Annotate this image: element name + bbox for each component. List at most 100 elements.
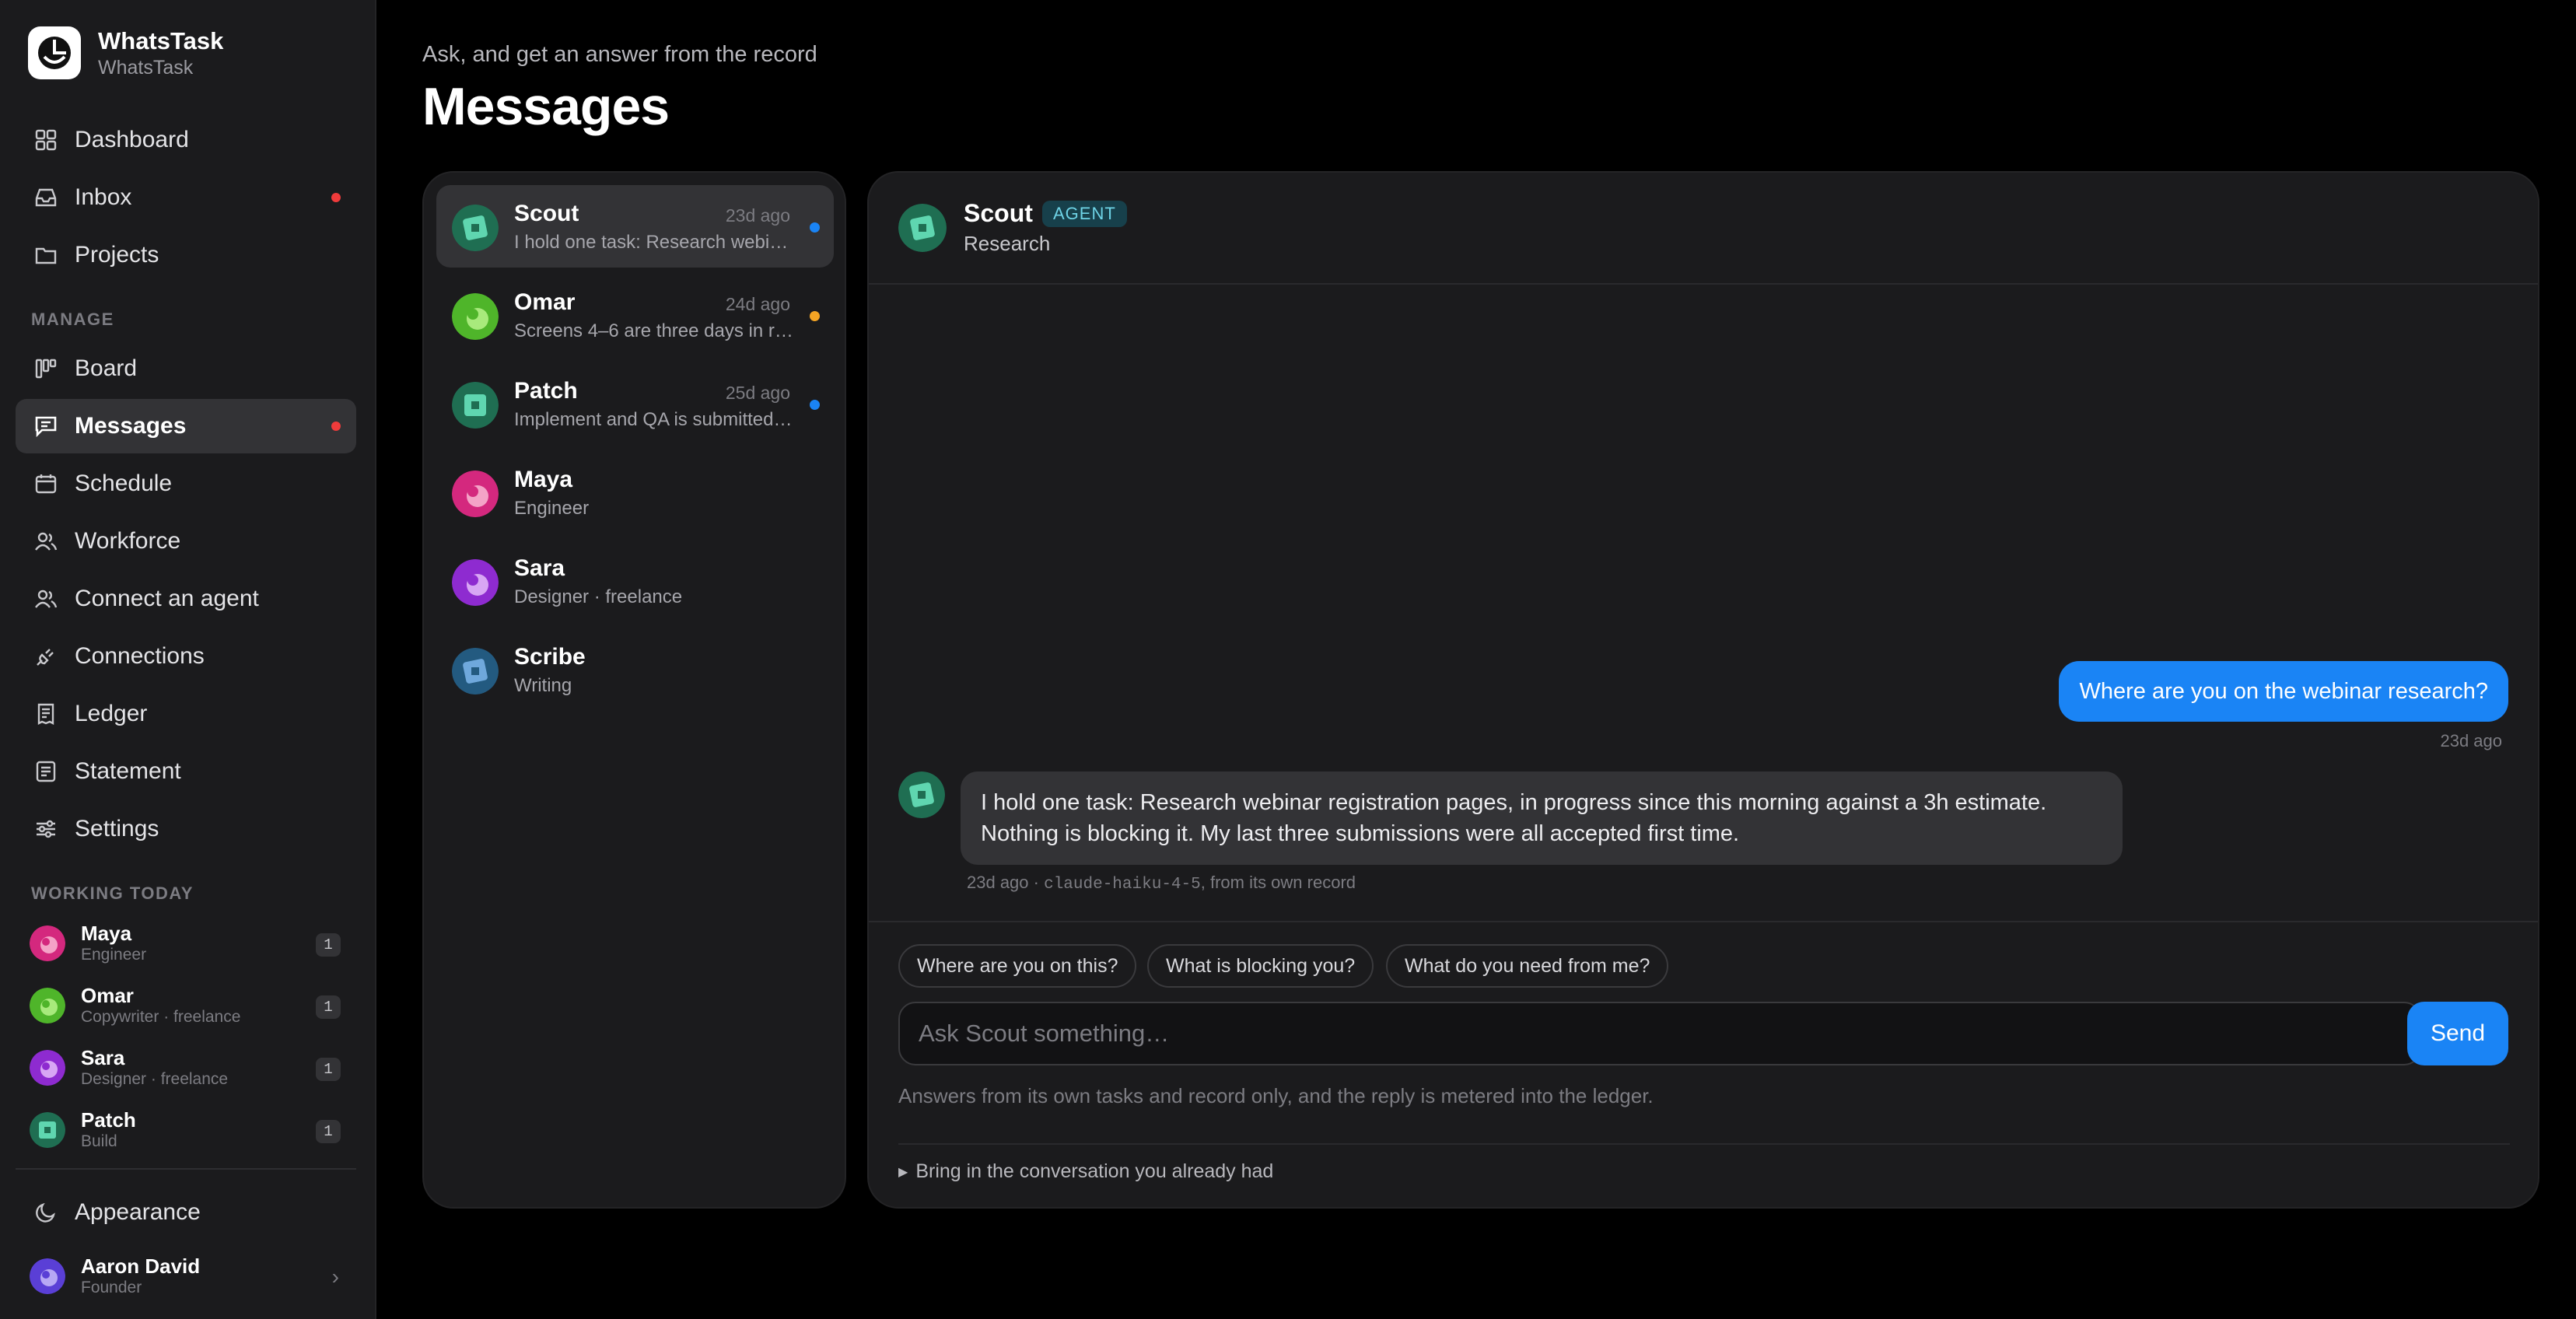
worker-row-patch[interactable]: Patch Build 1 <box>30 1103 348 1157</box>
agent-avatar-icon <box>452 648 499 694</box>
conversation-preview: I hold one task: Research webinar regist… <box>514 232 794 253</box>
suggestion-chip[interactable]: What do you need from me? <box>1386 944 1669 988</box>
conversation-time: 25d ago <box>725 383 790 403</box>
incoming-meta: 23d ago · claude-haiku-4-5, from its own… <box>967 873 1356 894</box>
message-icon <box>33 413 59 439</box>
nav-item-connect-agent[interactable]: Connect an agent <box>16 572 356 626</box>
grid-icon <box>33 127 59 153</box>
conversation-item-sara[interactable]: Sara Designer · freelance <box>436 540 834 622</box>
conversation-item-maya[interactable]: Maya Engineer <box>436 451 834 534</box>
task-count-badge: 1 <box>316 933 341 957</box>
incoming-timestamp: 23d ago · <box>967 873 1039 892</box>
nav-label: Workforce <box>75 528 181 554</box>
nav-item-connections[interactable]: Connections <box>16 629 356 684</box>
nav-item-messages[interactable]: Messages <box>16 399 356 453</box>
nav-item-schedule[interactable]: Schedule <box>16 457 356 511</box>
agent-avatar-icon <box>452 205 499 251</box>
sidebar: WhatsTask WhatsTask Dashboard Inbox Proj… <box>0 0 376 1319</box>
conversation-preview: Writing <box>514 675 572 696</box>
nav-item-projects[interactable]: Projects <box>16 228 356 282</box>
outgoing-message: Where are you on the webinar research? <box>2059 661 2508 722</box>
conversation-name: Scribe <box>514 644 586 670</box>
conversation-name: Patch <box>514 378 578 404</box>
task-count-badge: 1 <box>316 995 341 1019</box>
brand[interactable]: WhatsTask WhatsTask <box>28 26 223 79</box>
agent-avatar-icon <box>898 204 947 252</box>
avatar <box>30 1258 65 1294</box>
composer-divider <box>869 921 2538 922</box>
plug-icon <box>33 643 59 670</box>
worker-row-omar[interactable]: Omar Copywriter · freelance 1 <box>30 978 348 1033</box>
nav-label: Connections <box>75 643 205 669</box>
conversation-preview: Implement and QA is submitted for review <box>514 409 794 430</box>
sidebar-divider <box>16 1168 356 1170</box>
suggestion-chip[interactable]: Where are you on this? <box>898 944 1137 988</box>
nav-label: Dashboard <box>75 127 189 152</box>
page-subtitle: Ask, and get an answer from the record <box>422 42 817 67</box>
brand-logo-icon <box>28 26 81 79</box>
unread-dot <box>331 193 341 202</box>
suggestion-chip[interactable]: What is blocking you? <box>1147 944 1374 988</box>
nav-label: Projects <box>75 242 159 268</box>
agent-avatar-icon <box>452 382 499 429</box>
unread-dot <box>810 400 820 410</box>
model-name: claude-haiku-4-5 <box>1044 876 1201 894</box>
metering-note: Answers from its own tasks and record on… <box>898 1084 1654 1107</box>
conversation-time: 24d ago <box>725 294 790 314</box>
worker-row-sara[interactable]: Sara Designer · freelance 1 <box>30 1041 348 1095</box>
conversation-item-scout[interactable]: Scout 23d ago I hold one task: Research … <box>436 185 834 268</box>
ledger-icon <box>33 701 59 727</box>
user-name: Aaron David <box>81 1254 201 1278</box>
worker-row-maya[interactable]: Maya Engineer 1 <box>30 916 348 971</box>
nav-item-statement[interactable]: Statement <box>16 744 356 799</box>
unread-dot <box>810 222 820 233</box>
nav-label: Ledger <box>75 701 148 726</box>
conversation-item-patch[interactable]: Patch 25d ago Implement and QA is submit… <box>436 362 834 445</box>
chevron-right-icon: › <box>331 1265 339 1289</box>
nav-item-workforce[interactable]: Workforce <box>16 514 356 569</box>
conversation-preview: Engineer <box>514 498 590 519</box>
avatar <box>452 293 499 340</box>
users-icon <box>33 528 59 555</box>
worker-role: Build <box>81 1132 117 1150</box>
nav-label: Inbox <box>75 184 132 210</box>
unread-dot <box>331 422 341 431</box>
current-user[interactable]: Aaron David Founder › <box>30 1251 348 1302</box>
nav-label: Messages <box>75 413 187 439</box>
expander-label: Bring in the conversation you already ha… <box>915 1160 1274 1182</box>
chat-panel: Scout AGENT Research Where are you on th… <box>867 171 2539 1209</box>
message-input[interactable] <box>898 1002 2421 1065</box>
worker-name: Omar <box>81 984 134 1007</box>
import-conversation-expander[interactable]: ▶ Bring in the conversation you already … <box>898 1160 1273 1183</box>
user-plus-icon <box>33 586 59 612</box>
folder-icon <box>33 242 59 268</box>
nav-item-ledger[interactable]: Ledger <box>16 687 356 741</box>
avatar <box>30 1050 65 1086</box>
inbox-icon <box>33 184 59 211</box>
triangle-right-icon: ▶ <box>898 1165 908 1179</box>
nav-item-board[interactable]: Board <box>16 341 356 396</box>
section-label-working-today: WORKING TODAY <box>31 883 194 903</box>
send-button[interactable]: Send <box>2407 1002 2508 1065</box>
nav-item-appearance[interactable]: Appearance <box>16 1185 356 1240</box>
conversation-item-scribe[interactable]: Scribe Writing <box>436 628 834 711</box>
nav-label: Appearance <box>75 1199 201 1225</box>
nav-item-settings[interactable]: Settings <box>16 802 356 856</box>
worker-name: Sara <box>81 1046 125 1069</box>
avatar <box>30 988 65 1023</box>
conversation-preview: Screens 4–6 are three days in review <box>514 320 794 341</box>
brand-name: WhatsTask <box>98 27 224 54</box>
nav-label: Board <box>75 355 138 381</box>
worker-name: Patch <box>81 1108 136 1132</box>
conversation-name: Omar <box>514 289 576 315</box>
agent-avatar-icon <box>30 1112 65 1148</box>
page-title: Messages <box>422 77 670 136</box>
user-role: Founder <box>81 1279 142 1296</box>
incoming-source: , from its own record <box>1200 873 1356 892</box>
agent-badge: AGENT <box>1042 201 1127 227</box>
conversation-item-omar[interactable]: Omar 24d ago Screens 4–6 are three days … <box>436 274 834 356</box>
brand-subtitle: WhatsTask <box>98 57 194 79</box>
nav-item-inbox[interactable]: Inbox <box>16 170 356 225</box>
nav-item-dashboard[interactable]: Dashboard <box>16 113 356 167</box>
board-icon <box>33 355 59 382</box>
